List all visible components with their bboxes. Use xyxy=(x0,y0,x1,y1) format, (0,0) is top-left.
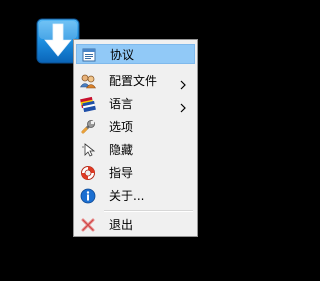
chevron-right-icon xyxy=(180,98,186,113)
menu-item-label: 选项 xyxy=(109,120,134,134)
menu-item-options[interactable]: 选项 xyxy=(76,117,195,137)
menu-item-profile[interactable]: 配置文件 xyxy=(76,71,195,91)
menu-item-hide[interactable]: 隐藏 xyxy=(76,140,195,160)
menu-item-about[interactable]: 关于... xyxy=(76,186,195,206)
profile-users-icon xyxy=(79,73,97,89)
chevron-right-icon xyxy=(180,75,186,90)
language-flag-icon xyxy=(80,96,96,113)
menu-item-language[interactable]: 语言 xyxy=(76,94,195,114)
wrench-icon xyxy=(80,119,96,135)
menu-item-guide[interactable]: 指导 xyxy=(76,163,195,183)
menu-item-label: 指导 xyxy=(109,166,134,180)
menu-item-label: 关于... xyxy=(109,189,145,203)
context-menu: 协议 配置文件 语言 选项 隐藏 指导 关于... 退出 xyxy=(73,39,198,237)
menu-item-agreement[interactable]: 协议 xyxy=(76,44,195,64)
menu-item-label: 协议 xyxy=(110,48,135,62)
menu-item-label: 语言 xyxy=(109,97,134,111)
exit-x-icon xyxy=(80,217,96,233)
menu-separator xyxy=(104,210,193,212)
menu-item-label: 退出 xyxy=(109,218,134,232)
info-icon xyxy=(80,188,96,204)
desktop-background: 协议 配置文件 语言 选项 隐藏 指导 关于... 退出 xyxy=(0,0,251,281)
menu-item-label: 隐藏 xyxy=(109,143,134,157)
agreement-document-icon xyxy=(81,47,97,63)
menu-item-exit[interactable]: 退出 xyxy=(76,215,195,235)
lifebuoy-icon xyxy=(80,165,96,181)
menu-item-label: 配置文件 xyxy=(109,74,158,88)
hide-cursor-icon xyxy=(80,142,96,158)
